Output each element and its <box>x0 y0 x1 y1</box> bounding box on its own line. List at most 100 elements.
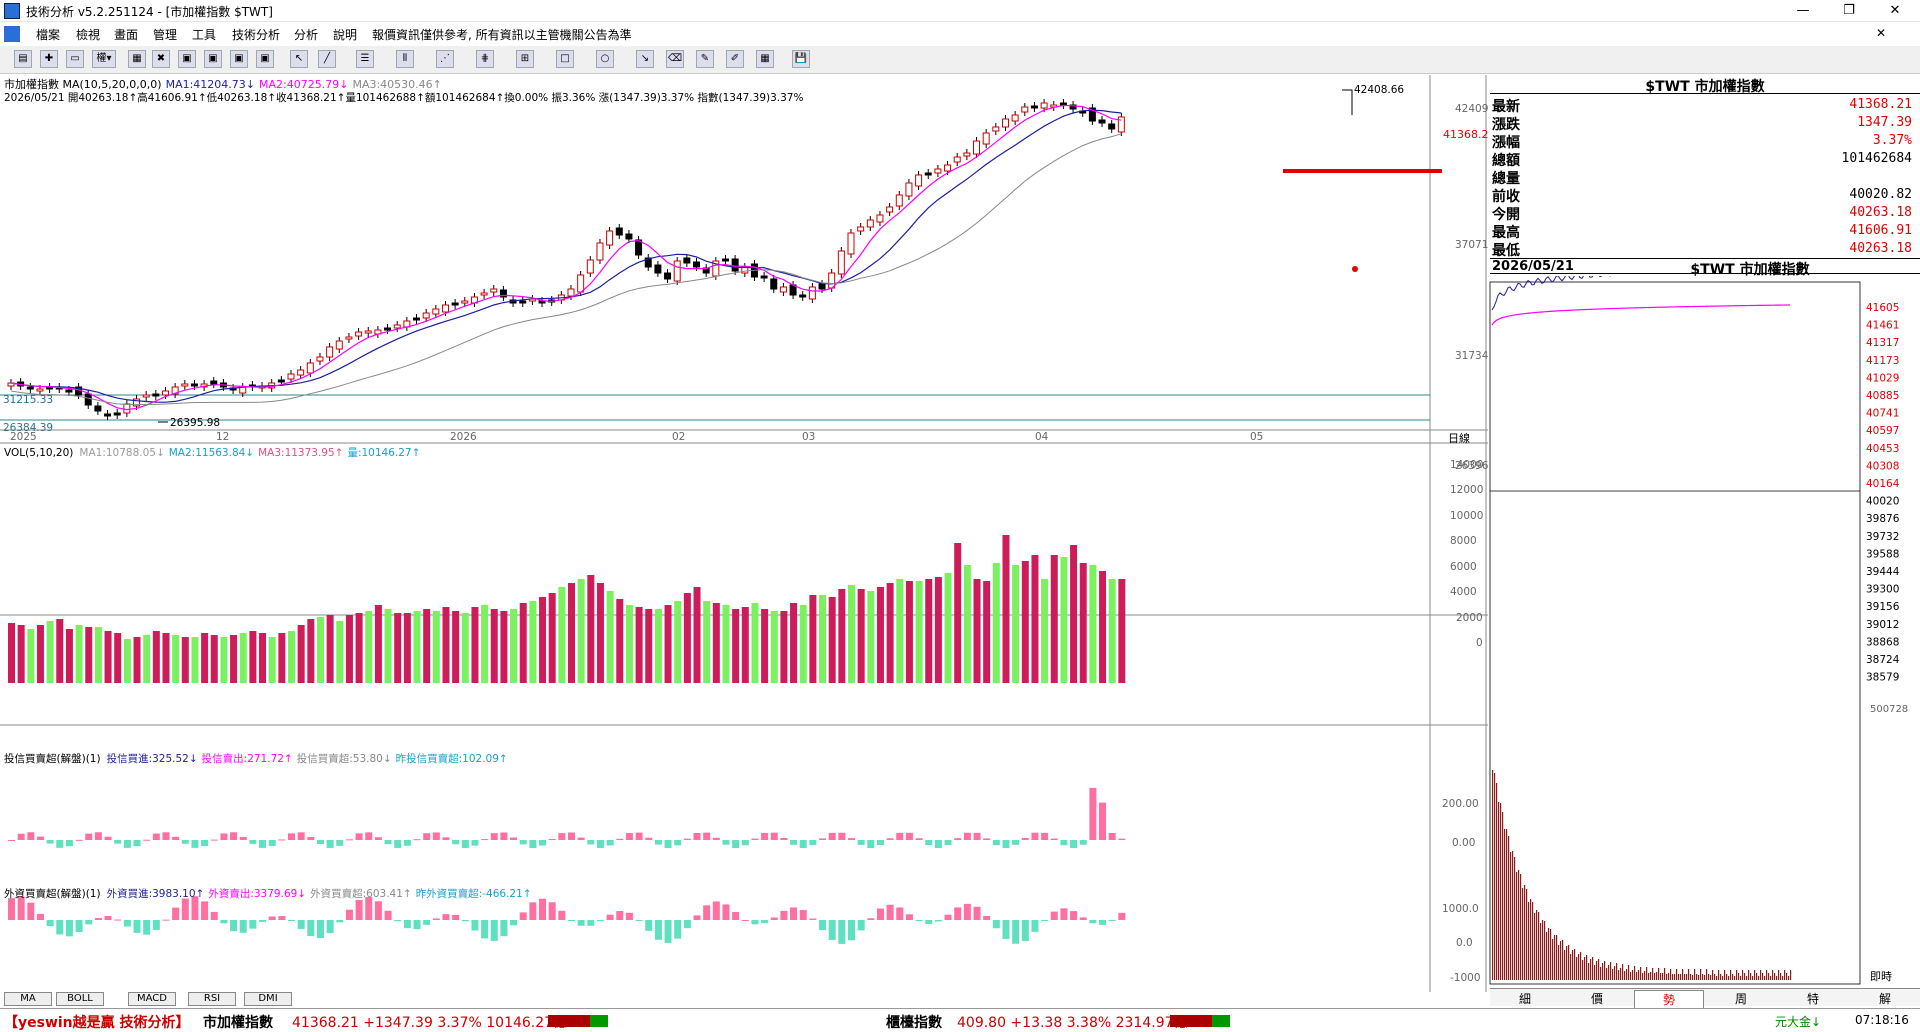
fi-bar <box>452 914 460 920</box>
restore-icon[interactable]: ❐ <box>1826 0 1872 22</box>
window-icon[interactable]: ▭ <box>66 50 84 68</box>
arrow-tool-icon[interactable]: ↘ <box>636 50 654 68</box>
tab-special[interactable]: 特 <box>1778 990 1848 1007</box>
line-tool-icon[interactable]: ╱ <box>318 50 336 68</box>
layout1-icon[interactable]: ▣ <box>178 50 196 68</box>
tab-macd[interactable]: MACD <box>128 992 176 1006</box>
intraday-tick: 39444 <box>1866 566 1900 578</box>
candle-body <box>104 413 112 417</box>
layout2-icon[interactable]: ▣ <box>204 50 222 68</box>
fib-tool-icon[interactable]: ⋕ <box>476 50 494 68</box>
fi-bar <box>432 918 440 920</box>
menu-analysis[interactable]: 分析 <box>294 26 318 43</box>
menu-help[interactable]: 說明 <box>333 26 357 43</box>
layout3-icon[interactable]: ▣ <box>230 50 248 68</box>
tab-rsi[interactable]: RSI <box>188 992 236 1006</box>
intraday-tick: 39300 <box>1866 584 1899 596</box>
tab-ma[interactable]: MA <box>4 992 52 1006</box>
save-icon[interactable]: 💾 <box>792 50 810 68</box>
it-bar <box>75 839 83 841</box>
index1-name: 市加權指數 <box>203 1015 273 1031</box>
it-bar <box>741 840 749 846</box>
it-bar <box>896 832 904 840</box>
intraday-vol-bar <box>1680 974 1682 980</box>
tab-price[interactable]: 價 <box>1562 990 1632 1007</box>
candle-body <box>857 226 865 232</box>
tab-analysis[interactable]: 解 <box>1850 990 1920 1007</box>
volume-bar <box>297 625 305 683</box>
rect-tool-icon[interactable]: □ <box>556 50 574 68</box>
menu-file[interactable]: 檔案 <box>36 26 60 43</box>
close-icon[interactable]: ✕ <box>1872 0 1918 22</box>
tab-boll[interactable]: BOLL <box>56 992 104 1006</box>
quote-value: 3.37% <box>1872 133 1912 148</box>
cancel-icon[interactable]: ✖ <box>152 50 170 68</box>
candle-body <box>654 264 662 274</box>
fi-bar <box>355 900 363 920</box>
svg-text:0.0: 0.0 <box>1456 937 1473 949</box>
it-bar <box>220 833 228 840</box>
fi-bar <box>249 920 257 929</box>
candle-body <box>1059 102 1067 106</box>
it-bar <box>838 832 846 840</box>
intraday-tick: 39876 <box>1866 513 1900 525</box>
volume-bar <box>1031 555 1039 683</box>
brush-icon[interactable]: ✎ <box>696 50 714 68</box>
volume-bar <box>992 563 1000 683</box>
select-icon[interactable]: ↖ <box>290 50 308 68</box>
excel-icon[interactable]: ▦ <box>128 50 146 68</box>
layout4-icon[interactable]: ▣ <box>256 50 274 68</box>
it-bar <box>683 838 691 840</box>
eraser-icon[interactable]: ⌫ <box>666 50 684 68</box>
crosshair-icon[interactable]: ✚ <box>40 50 58 68</box>
candle-body <box>818 283 826 290</box>
menu-tools[interactable]: 工具 <box>192 26 216 43</box>
note-icon[interactable]: ✐ <box>726 50 744 68</box>
hline-tool-icon[interactable]: ☰ <box>356 50 374 68</box>
intraday-vol-bar <box>1598 959 1600 980</box>
palette-icon[interactable]: ▦ <box>756 50 774 68</box>
it-bar <box>510 837 518 840</box>
gann-tool-icon[interactable]: ⊞ <box>516 50 534 68</box>
intraday-vol-bar <box>1678 974 1680 980</box>
menu-view[interactable]: 檢視 <box>76 26 100 43</box>
intraday-vol-bar <box>1600 967 1602 980</box>
fi-bar <box>1079 917 1087 920</box>
vline-tool-icon[interactable]: ⦀ <box>396 50 414 68</box>
tab-week[interactable]: 周 <box>1706 990 1776 1007</box>
intraday-vol-bar <box>1742 970 1744 980</box>
tab-detail[interactable]: 細 <box>1490 990 1560 1007</box>
it-bar <box>1050 838 1058 840</box>
svg-text:4000: 4000 <box>1450 586 1477 598</box>
it-bar <box>635 832 643 840</box>
quote-label: 總量 <box>1492 171 1520 187</box>
intraday-tick: 38724 <box>1866 654 1900 666</box>
menu-tech-analysis[interactable]: 技術分析 <box>232 26 280 43</box>
quote-row: 漲跌 1347.39 <box>1490 114 1920 133</box>
price-tick: 31734 <box>1455 350 1489 362</box>
chart-icon[interactable]: ▤ <box>14 50 32 68</box>
menu-manage[interactable]: 管理 <box>153 26 177 43</box>
circle-tool-icon[interactable]: ○ <box>596 50 614 68</box>
candle-body <box>316 356 324 362</box>
minimize-icon[interactable]: — <box>1780 0 1826 22</box>
it-header: 投信買賣超(解盤)(1) 投信買進:325.52↓ 投信賣出:271.72↑ 投信買賣… <box>4 752 508 765</box>
fan-tool-icon[interactable]: ⋰ <box>436 50 454 68</box>
volume-bar <box>191 637 199 683</box>
fi-bar <box>1070 911 1078 920</box>
intraday-vol-bar <box>1624 971 1626 980</box>
weight-dropdown[interactable]: 權▾ <box>92 50 116 68</box>
volume-bar <box>384 609 392 683</box>
mdi-close-icon[interactable]: ✕ <box>1876 26 1886 40</box>
candle-body <box>181 383 189 387</box>
intraday-vol-bar <box>1616 963 1618 980</box>
volume-bar <box>326 615 334 683</box>
hline-label: 31215.33 <box>3 394 53 406</box>
fund-ticker[interactable]: 元大金↓ <box>1775 1013 1821 1030</box>
tab-trend[interactable]: 勢 <box>1634 990 1704 1009</box>
tab-dmi[interactable]: DMI <box>244 992 292 1006</box>
quote-row: 最高 41606.91 <box>1490 222 1920 241</box>
volume-bar <box>490 609 498 683</box>
volume-bar <box>606 591 614 683</box>
menu-screen[interactable]: 畫面 <box>114 26 138 43</box>
